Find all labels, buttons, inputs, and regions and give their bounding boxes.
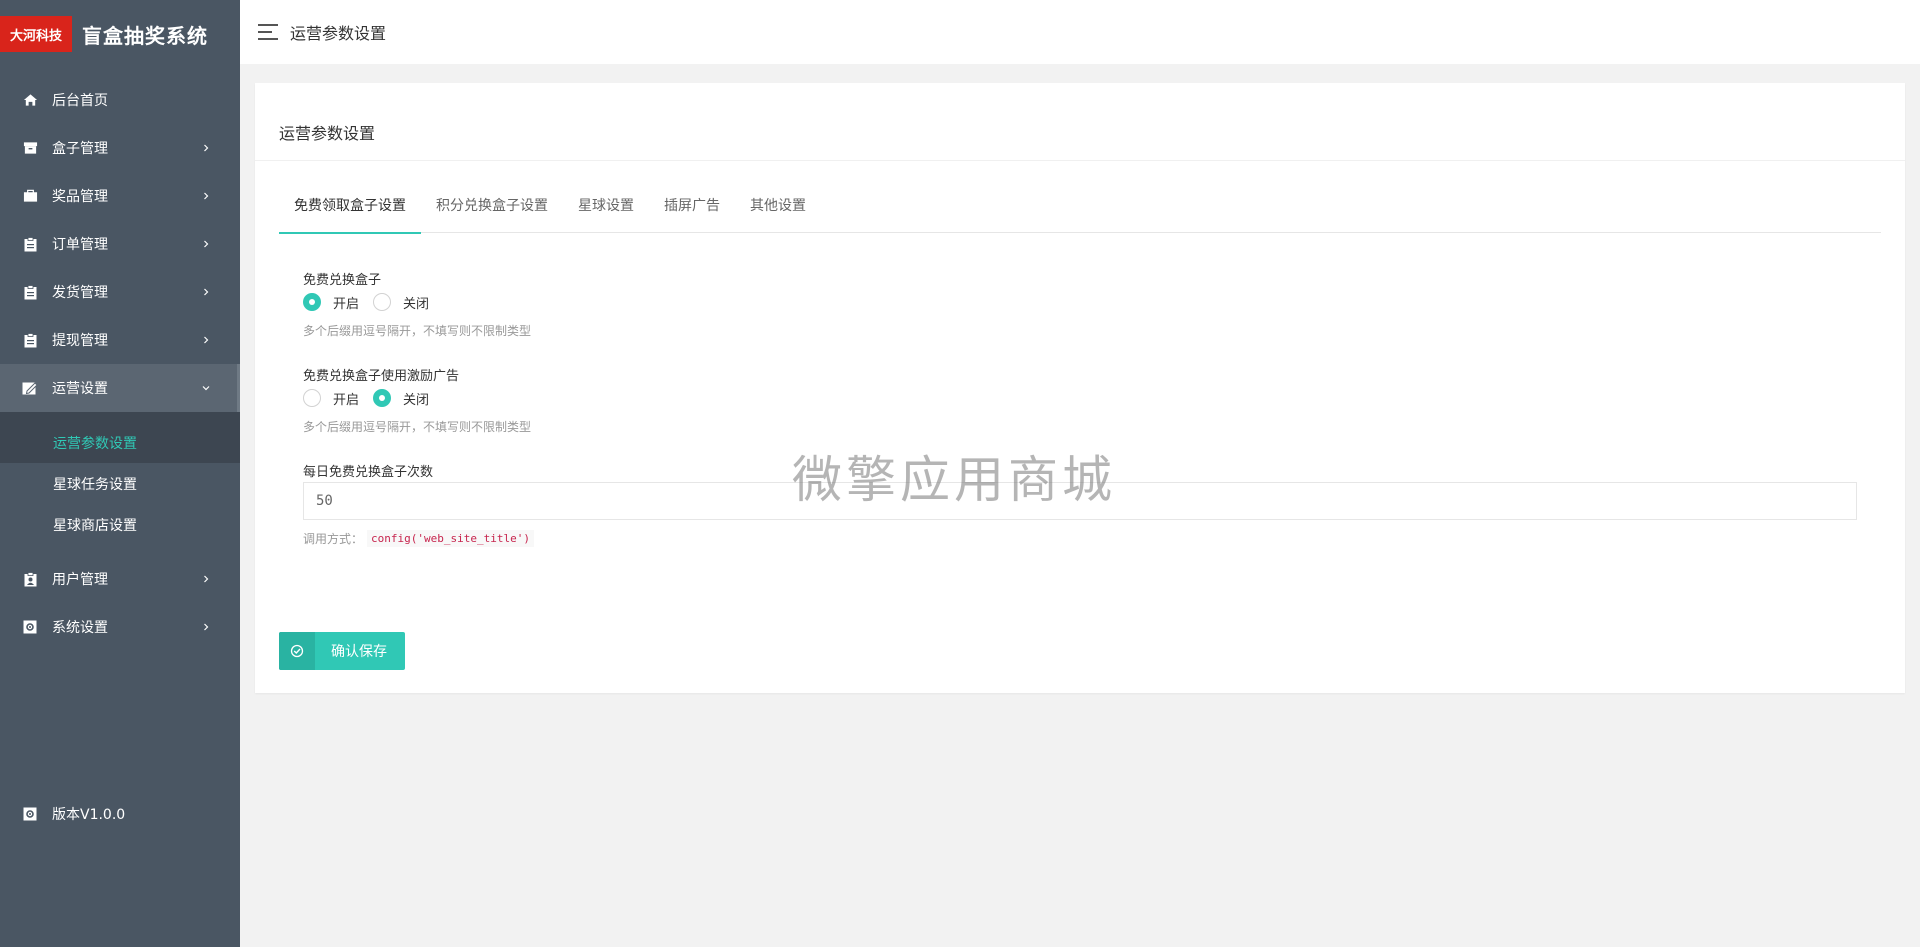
edit-icon [22, 380, 38, 396]
field-incentive-ad: 免费兑换盒子使用激励广告 开启 关闭 多个后缀用逗号隔开，不填写则不限制类型 [303, 365, 1857, 435]
field-hint: 多个后缀用逗号隔开，不填写则不限制类型 [303, 420, 532, 434]
radio-checked-icon [373, 389, 392, 407]
hint-code: config('web_site_title') [367, 530, 534, 547]
chevron-right-icon [204, 623, 209, 631]
radio-label: 关闭 [403, 392, 430, 408]
radio-group: 开启 关闭 [303, 292, 1857, 312]
tab-interstitial-ad[interactable]: 插屏广告 [649, 177, 735, 233]
sidebar-item-users[interactable]: 用户管理 [0, 555, 240, 603]
sidebar-item-label: 运营设置 [52, 381, 108, 397]
topbar: 运营参数设置 [240, 0, 1920, 64]
chevron-right-icon [204, 288, 209, 296]
radio-label: 开启 [333, 392, 360, 408]
gear-box-icon [22, 619, 38, 635]
tab-bar: 免费领取盒子设置 积分兑换盒子设置 星球设置 插屏广告 其他设置 [279, 177, 1881, 234]
sidebar-item-box[interactable]: 盒子管理 [0, 124, 240, 172]
sidebar-item-label: 系统设置 [52, 620, 108, 636]
sidebar-item-label: 订单管理 [52, 237, 108, 253]
logo: 大河科技 盲盒抽奖系统 [0, 0, 240, 68]
clipboard-icon [22, 332, 38, 348]
sidebar-item-shipping[interactable]: 发货管理 [0, 268, 240, 316]
brand-name: 盲盒抽奖系统 [82, 23, 208, 48]
radio-label: 开启 [333, 296, 360, 312]
tab-free-box[interactable]: 免费领取盒子设置 [279, 177, 421, 234]
sidebar-item-system[interactable]: 系统设置 [0, 603, 240, 651]
hint-prefix: 调用方式： [303, 532, 364, 546]
sidebar-item-order[interactable]: 订单管理 [0, 220, 240, 268]
sidebar: 大河科技 盲盒抽奖系统 后台首页 盒子管理 奖品管理 订单管理 发货管理 提现管… [0, 0, 240, 947]
operations-submenu: 运营参数设置 星球任务设置 星球商店设置 [0, 412, 240, 555]
tab-points-box[interactable]: 积分兑换盒子设置 [421, 177, 563, 233]
radio-off[interactable]: 关闭 [373, 389, 429, 408]
field-free-exchange: 免费兑换盒子 开启 关闭 多个后缀用逗号隔开，不填写则不限制类型 [303, 269, 1857, 339]
submenu-item-planet-shop[interactable]: 星球商店设置 [0, 504, 240, 545]
chevron-right-icon [204, 575, 209, 583]
field-daily-count: 每日免费兑换盒子次数 50 调用方式： config('web_site_tit… [303, 461, 1857, 547]
sidebar-item-label: 后台首页 [52, 93, 108, 109]
version-item: 版本V1.0.0 [0, 790, 240, 838]
sidebar-item-home[interactable]: 后台首页 [0, 76, 240, 124]
save-button-label: 确认保存 [331, 644, 387, 660]
gear-box-icon [22, 806, 38, 822]
logo-badge: 大河科技 [0, 16, 72, 52]
tab-other[interactable]: 其他设置 [735, 177, 821, 233]
sidebar-item-label: 用户管理 [52, 572, 108, 588]
sidebar-item-operations[interactable]: 运营设置 [0, 364, 240, 412]
gift-icon [22, 188, 38, 204]
save-button[interactable]: 确认保存 [279, 632, 405, 670]
radio-checked-icon [303, 293, 321, 311]
radio-unchecked-icon [303, 389, 321, 407]
submenu-item-params[interactable]: 运营参数设置 [0, 422, 240, 463]
field-label: 免费兑换盒子使用激励广告 [303, 369, 460, 384]
chevron-right-icon [204, 192, 209, 200]
field-label: 免费兑换盒子 [303, 273, 382, 288]
sidebar-item-label: 盒子管理 [52, 141, 108, 157]
field-label: 每日免费兑换盒子次数 [303, 465, 434, 480]
radio-unchecked-icon [373, 293, 392, 311]
daily-count-input[interactable]: 50 [303, 482, 1857, 520]
radio-group: 开启 关闭 [303, 388, 1857, 408]
radio-label: 关闭 [403, 296, 430, 312]
page-title: 运营参数设置 [290, 24, 387, 43]
chevron-right-icon [204, 336, 209, 344]
sidebar-menu: 后台首页 盒子管理 奖品管理 订单管理 发货管理 提现管理 运营设置 运营参数设… [0, 76, 240, 651]
settings-form: 免费兑换盒子 开启 关闭 多个后缀用逗号隔开，不填写则不限制类型 免费兑换盒子使… [255, 269, 1905, 547]
clipboard-icon [22, 284, 38, 300]
sidebar-item-label: 奖品管理 [52, 189, 108, 205]
home-icon [22, 92, 38, 108]
menu-toggle-icon[interactable] [258, 24, 278, 40]
sidebar-item-label: 提现管理 [52, 333, 108, 349]
archive-icon [22, 140, 38, 156]
card-title: 运营参数设置 [255, 83, 1905, 161]
version-info: 版本V1.0.0 [0, 790, 240, 838]
chevron-right-icon [204, 144, 209, 152]
field-hint: 多个后缀用逗号隔开，不填写则不限制类型 [303, 324, 532, 338]
radio-off[interactable]: 关闭 [373, 293, 429, 312]
check-circle-icon [279, 632, 315, 670]
field-hint: 调用方式： config('web_site_title') [303, 530, 1857, 547]
clipboard-icon [22, 236, 38, 252]
user-card-icon [22, 571, 38, 587]
sidebar-item-label: 发货管理 [52, 285, 108, 301]
submenu-item-planet-task[interactable]: 星球任务设置 [0, 463, 240, 504]
sidebar-item-prize[interactable]: 奖品管理 [0, 172, 240, 220]
radio-on[interactable]: 开启 [303, 389, 359, 408]
version-label: 版本V1.0.0 [52, 807, 126, 823]
settings-card: 运营参数设置 免费领取盒子设置 积分兑换盒子设置 星球设置 插屏广告 其他设置 … [255, 83, 1905, 693]
chevron-down-icon [202, 386, 210, 391]
radio-on[interactable]: 开启 [303, 293, 359, 312]
tab-planet[interactable]: 星球设置 [563, 177, 649, 233]
sidebar-item-withdraw[interactable]: 提现管理 [0, 316, 240, 364]
chevron-right-icon [204, 240, 209, 248]
